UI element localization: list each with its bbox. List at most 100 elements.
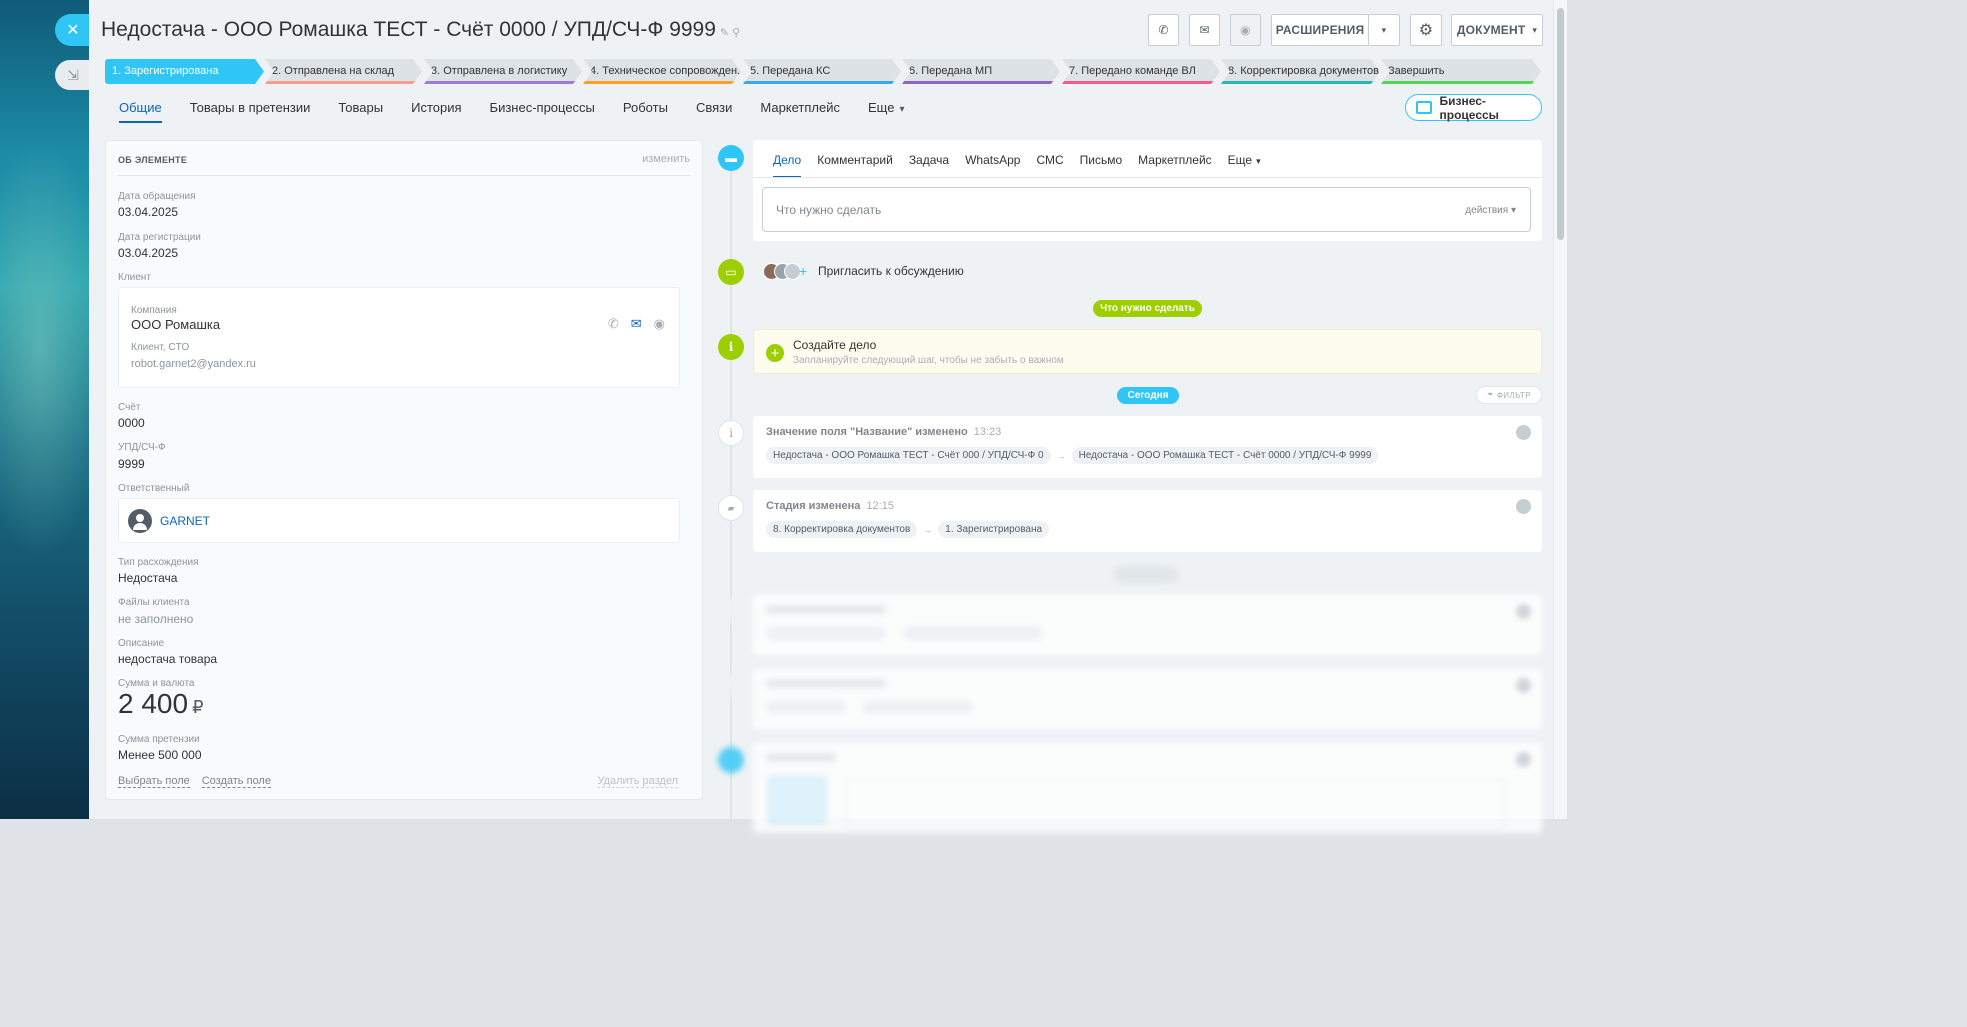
scrollbar[interactable]	[1553, 0, 1567, 819]
client-label: Клиент	[118, 272, 151, 283]
stage-icon	[718, 597, 744, 623]
tab-products[interactable]: Товары	[338, 100, 383, 123]
stage-finish[interactable]: Завершить	[1381, 59, 1541, 84]
editor-tab-todo[interactable]: Задача	[909, 153, 949, 178]
stage-label: 7. Передано команде ВЛ	[1069, 65, 1196, 77]
chat-icon[interactable]: ◉	[654, 316, 665, 332]
old-value-chip: Недостача - ООО Ромашка ТЕСТ - Счёт 000 …	[766, 447, 1051, 464]
deal-card-panel: Недостача - ООО Ромашка ТЕСТ - Счёт 0000…	[89, 0, 1553, 833]
section-edit-link[interactable]: изменить	[642, 153, 690, 165]
card-tabs: Общие Товары в претензии Товары История …	[119, 100, 932, 123]
tab-more[interactable]: Еще ▾	[868, 100, 904, 123]
business-processes-button[interactable]: Бизнес-процессы	[1405, 94, 1542, 122]
responsible-block[interactable]: GARNET	[118, 498, 680, 543]
reg-date-value[interactable]: 03.04.2025	[118, 246, 178, 260]
responsible-name[interactable]: GARNET	[160, 514, 210, 528]
tab-label: Общие	[119, 100, 162, 115]
upd-value[interactable]: 9999	[118, 457, 145, 471]
activity-input[interactable]: Что нужно сделать действия ▾	[762, 187, 1531, 232]
tab-marketplace[interactable]: Маркетплейс	[760, 100, 840, 123]
editor-tab-task[interactable]: Дело	[773, 153, 802, 178]
invite-to-discussion[interactable]: + Пригласить к обсуждению	[753, 255, 1542, 287]
participants-avatars: +	[763, 263, 807, 280]
tab-label: Еще	[868, 100, 895, 115]
reg-date-label: Дата регистрации	[118, 232, 201, 243]
tab-general[interactable]: Общие	[119, 100, 162, 123]
tab-links[interactable]: Связи	[696, 100, 732, 123]
tab-history[interactable]: История	[411, 100, 461, 123]
stage-4[interactable]: 4. Техническое сопровожден...	[583, 59, 741, 84]
choose-field-link[interactable]: Выбрать поле	[118, 775, 190, 788]
request-date-value[interactable]: 03.04.2025	[118, 205, 178, 219]
editor-tab-marketplace[interactable]: Маркетплейс	[1138, 153, 1212, 178]
user-avatar-icon[interactable]	[1516, 425, 1531, 440]
create-task-block[interactable]: + Создайте дело Запланируйте следующий ш…	[753, 329, 1542, 374]
create-field-link[interactable]: Создать поле	[201, 775, 271, 788]
call-button[interactable]: ✆	[1148, 14, 1179, 46]
stage-2[interactable]: 2. Отправлена на склад	[265, 59, 422, 84]
editor-tab-email[interactable]: Письмо	[1080, 153, 1123, 178]
timeline-line	[730, 158, 732, 819]
invoice-value[interactable]: 0000	[118, 416, 145, 430]
claim-sum-value[interactable]: Менее 500 000	[118, 748, 202, 762]
disc-type-value[interactable]: Недостача	[118, 571, 177, 585]
extensions-dropdown[interactable]: ▾	[1368, 14, 1400, 46]
user-avatar-icon[interactable]	[1516, 499, 1531, 514]
chevron-down-icon: ▾	[1256, 156, 1261, 166]
editor-tab-more[interactable]: Еще ▾	[1228, 153, 1261, 178]
stage-8[interactable]: 8. Корректировка документов	[1221, 59, 1380, 84]
document-label: ДОКУМЕНТ	[1456, 23, 1526, 37]
files-value[interactable]: не заполнено	[118, 612, 193, 626]
collapse-icon: ⇲	[67, 66, 79, 83]
editor-tab-sms[interactable]: СМС	[1036, 153, 1063, 178]
stage-7[interactable]: 7. Передано команде ВЛ	[1062, 59, 1220, 84]
stage-5[interactable]: 5. Передана КС	[743, 59, 901, 84]
desc-value[interactable]: недостача товара	[118, 652, 217, 666]
stage-6[interactable]: 6. Передана МП	[902, 59, 1060, 84]
page-title-text: Недостача - ООО Ромашка ТЕСТ - Счёт 0000…	[101, 18, 716, 41]
email-button[interactable]: ✉	[1189, 14, 1220, 46]
history-event: Значение поля "Название" изменено 13:23 Н…	[753, 416, 1542, 478]
tab-business-processes[interactable]: Бизнес-процессы	[490, 100, 595, 123]
client-block[interactable]: Компания ООО Ромашка Клиент, CTO robot.g…	[118, 287, 680, 388]
delete-section-link[interactable]: Удалить раздел	[597, 775, 678, 788]
stage-3[interactable]: 3. Отправлена в логистику	[424, 59, 582, 84]
company-name[interactable]: ООО Ромашка	[131, 317, 220, 332]
close-icon: ✕	[66, 22, 80, 39]
scrollbar-thumb[interactable]	[1557, 8, 1564, 240]
amount-value[interactable]: 2 400 ₽	[118, 688, 204, 720]
close-slider-button[interactable]: ✕	[55, 14, 91, 46]
stage-label: 6. Передана МП	[909, 65, 993, 77]
plus-icon[interactable]: +	[766, 344, 784, 362]
tab-label: История	[411, 100, 462, 115]
document-button[interactable]: ДОКУМЕНТ ▾	[1451, 14, 1543, 46]
phone-icon[interactable]: ✆	[608, 316, 619, 332]
stage-label: Завершить	[1388, 65, 1445, 77]
add-participant-icon[interactable]: +	[799, 263, 807, 280]
section-title: ОБ ЭЛЕМЕНТЕ	[118, 155, 188, 165]
client-email[interactable]: robot.garnet2@yandex.ru	[131, 358, 256, 370]
event-time: 12:15	[866, 500, 894, 512]
tab-label: Товары в претензии	[189, 100, 311, 115]
arrow-right-icon: →	[923, 524, 933, 535]
todo-pill: Что нужно сделать	[1093, 300, 1202, 317]
stage-label: 2. Отправлена на склад	[272, 65, 395, 77]
stage-1[interactable]: 1. Зарегистрирована	[105, 59, 264, 84]
mail-icon[interactable]: ✉	[631, 316, 642, 332]
history-event-blurred	[753, 743, 1542, 833]
editor-tab-comment[interactable]: Комментарий	[817, 153, 893, 178]
editor-tab-whatsapp[interactable]: WhatsApp	[965, 153, 1020, 178]
tab-claim-products[interactable]: Товары в претензии	[190, 100, 311, 123]
edit-title-icon[interactable]: ✎ ⚲	[720, 27, 740, 39]
arrow-right-icon: →	[1056, 450, 1066, 461]
actions-dropdown[interactable]: действия ▾	[1465, 205, 1516, 216]
minimize-slider-button[interactable]: ⇲	[55, 60, 91, 90]
filter-button[interactable]: ⏷ ФИЛЬТР	[1476, 386, 1542, 404]
tab-robots[interactable]: Роботы	[623, 100, 668, 123]
background-wallpaper	[0, 0, 110, 819]
chat-button[interactable]: ◉	[1230, 14, 1261, 46]
extensions-button[interactable]: РАСШИРЕНИЯ	[1271, 14, 1369, 46]
settings-button[interactable]: ⚙	[1410, 14, 1442, 46]
responsible-label: Ответственный	[118, 483, 190, 494]
filter-icon: ⏷	[1487, 390, 1494, 399]
